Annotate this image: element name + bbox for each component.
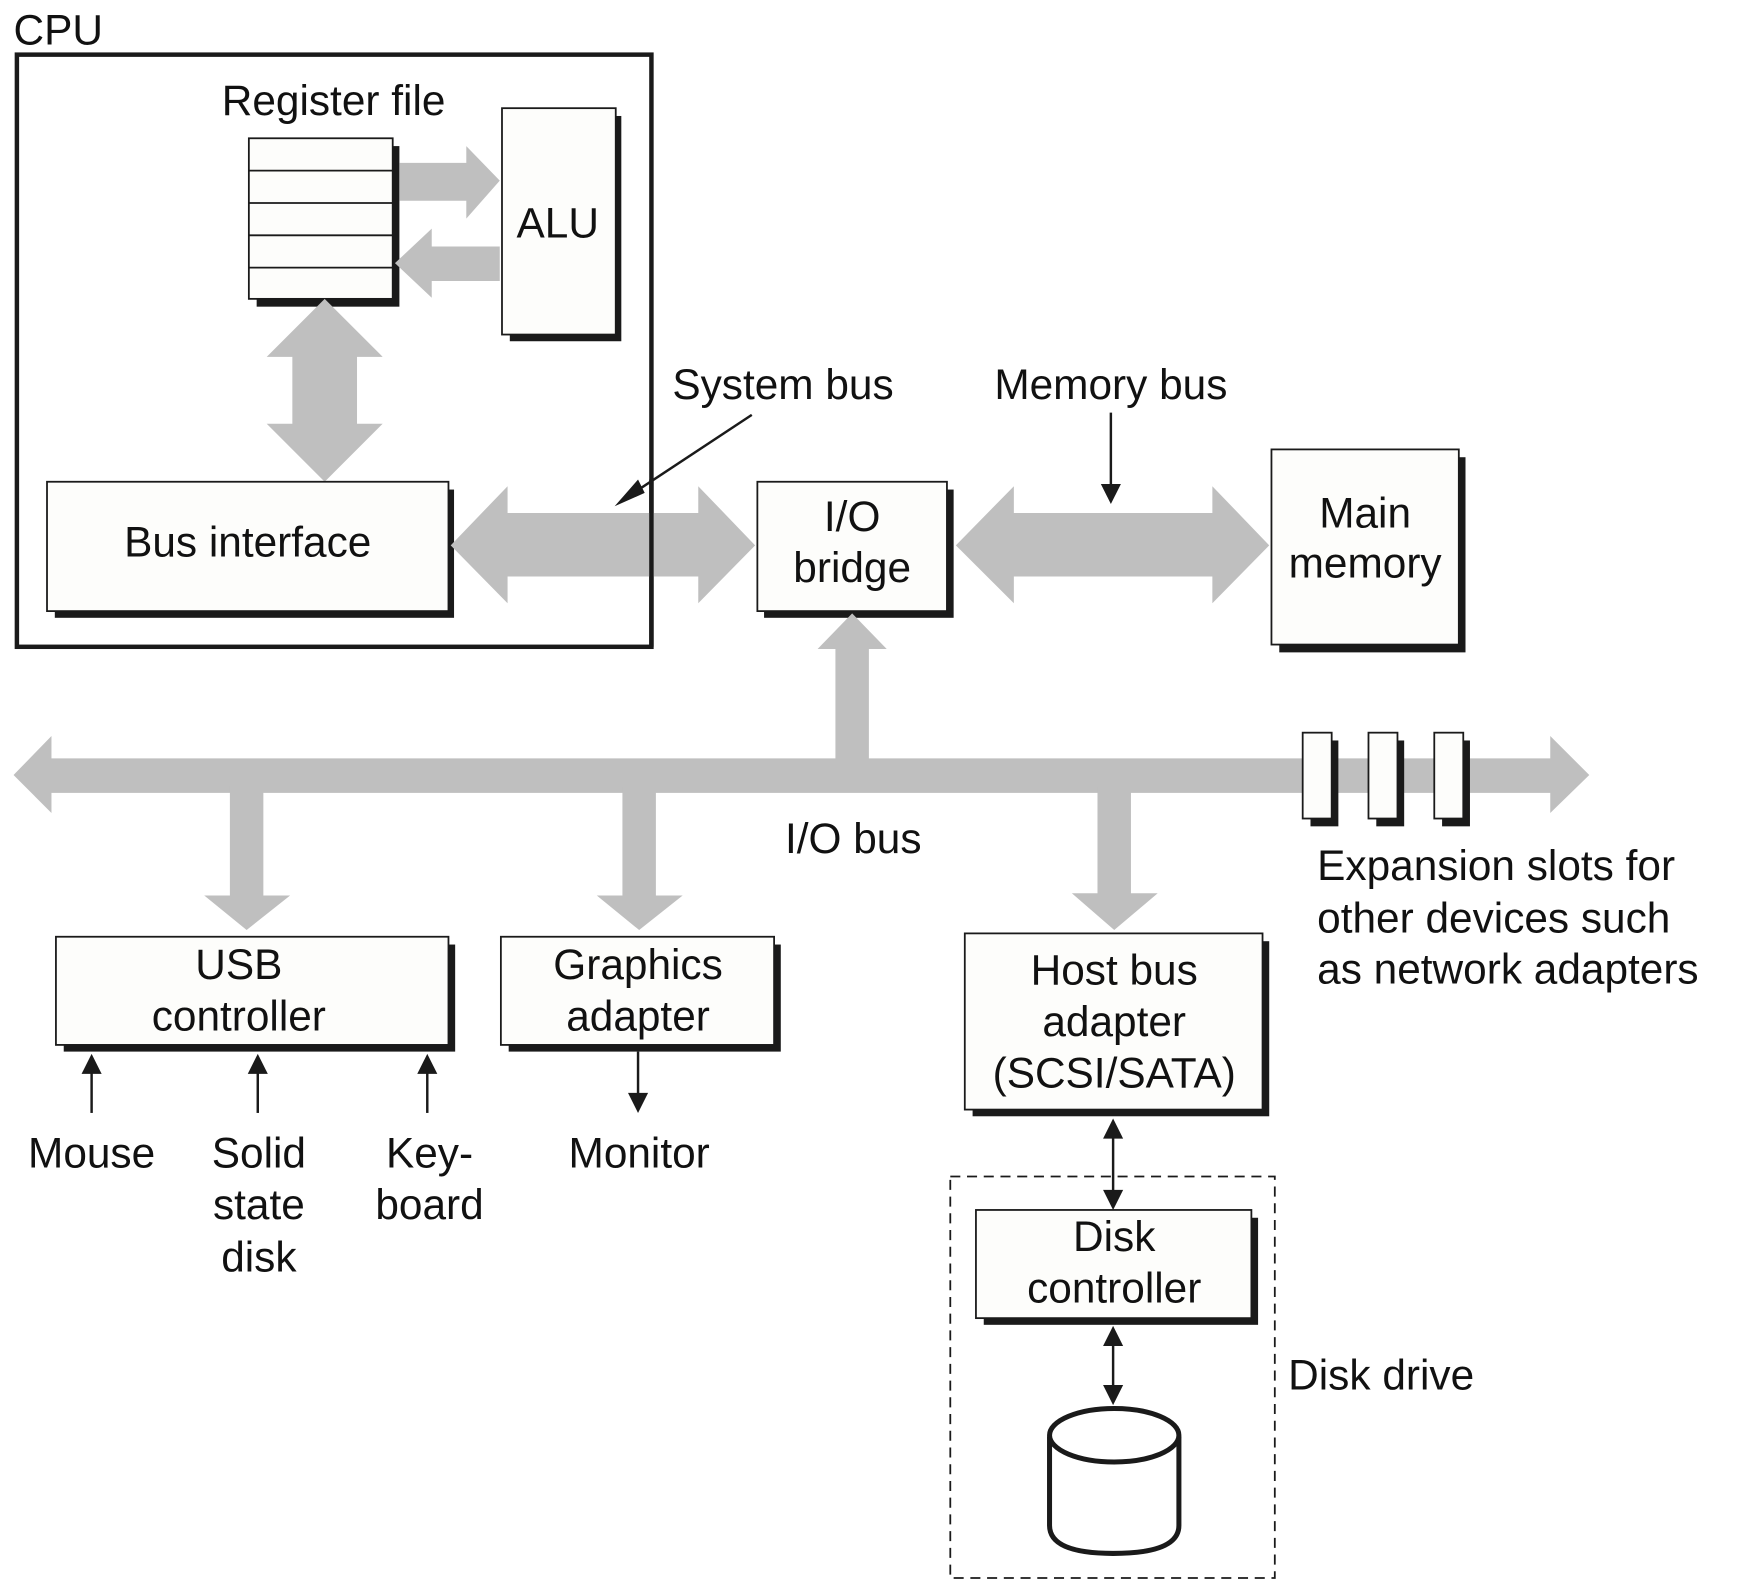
host-bus-adapter-label-line2: adapter xyxy=(1042,998,1186,1045)
host-disk-link-head-down xyxy=(1103,1189,1124,1210)
main-memory-label-line1: Main xyxy=(1319,489,1411,536)
memory-bus-pointer-head xyxy=(1100,483,1121,505)
expansion-slot[interactable] xyxy=(1433,731,1470,827)
cpu-label: CPU xyxy=(14,7,103,54)
io-bus-to-usb-arrow xyxy=(204,786,291,931)
graphics-adapter-label-line2: adapter xyxy=(566,992,710,1039)
ssd-label-line2: state xyxy=(213,1181,305,1228)
system-bus-arrow xyxy=(450,486,756,604)
ssd-label-line1: Solid xyxy=(212,1130,306,1177)
io-bus-label: I/O bus xyxy=(785,815,922,862)
expansion-slots xyxy=(1301,731,1470,827)
controller-disk-link-head-down xyxy=(1103,1385,1124,1406)
disk-controller-label-line2: controller xyxy=(1027,1265,1201,1312)
memory-bus-label: Memory bus xyxy=(994,361,1227,408)
usb-controller-label-line2: controller xyxy=(152,992,326,1039)
usb-controller-label-line1: USB xyxy=(195,941,282,988)
io-bridge-box: I/O bridge xyxy=(756,480,954,618)
host-disk-link-head-up xyxy=(1103,1118,1124,1139)
reg-bus-interface-arrow xyxy=(266,298,383,482)
ssd-label-line3: disk xyxy=(221,1233,297,1280)
expansion-slots-label-line2: other devices such xyxy=(1317,894,1670,941)
host-bus-adapter-label-line1: Host bus xyxy=(1031,947,1198,994)
io-bridge-io-bus-arrow xyxy=(817,613,887,770)
host-bus-adapter-label-line3: (SCSI/SATA) xyxy=(993,1049,1236,1096)
keyboard-label-line1: Key- xyxy=(386,1130,473,1177)
reg-to-alu-arrow xyxy=(399,146,500,219)
controller-disk-link-head-up xyxy=(1103,1325,1124,1347)
register-file-label: Register file xyxy=(222,77,446,124)
graphics-adapter-box: Graphics adapter xyxy=(499,935,781,1052)
system-bus-pointer xyxy=(626,413,753,499)
alu-box: ALU xyxy=(501,107,622,342)
usb-controller-box: USB controller xyxy=(55,935,456,1052)
disk-controller-box: Disk controller xyxy=(975,1209,1259,1325)
register-file xyxy=(247,137,400,307)
keyboard-arrow-head xyxy=(417,1053,438,1074)
expansion-slot[interactable] xyxy=(1367,731,1405,827)
expansion-slots-label-line3: as network adapters xyxy=(1317,946,1698,993)
expansion-slots-label-line1: Expansion slots for xyxy=(1317,842,1675,889)
io-bridge-label-line2: bridge xyxy=(793,544,911,591)
system-bus-pointer-head xyxy=(614,479,645,507)
monitor-arrow-head xyxy=(628,1092,649,1113)
bus-interface-box: Bus interface xyxy=(46,480,455,618)
io-bus-to-graphics-arrow xyxy=(596,786,683,931)
io-bridge-label-line1: I/O xyxy=(824,493,881,540)
disk-drive-label: Disk drive xyxy=(1288,1352,1474,1399)
mouse-label: Mouse xyxy=(28,1130,155,1177)
expansion-slot[interactable] xyxy=(1301,731,1339,827)
monitor-label: Monitor xyxy=(569,1130,710,1177)
system-bus-label: System bus xyxy=(672,361,893,408)
alu-label: ALU xyxy=(517,200,599,247)
keyboard-label-line2: board xyxy=(375,1181,483,1228)
system-diagram: CPU Register file ALU Bus interface Syst… xyxy=(13,7,1699,1579)
io-bus-to-host-adapter-arrow xyxy=(1071,786,1158,931)
ssd-arrow-head xyxy=(247,1053,268,1074)
alu-to-reg-arrow xyxy=(394,228,500,298)
graphics-adapter-label-line1: Graphics xyxy=(553,941,723,988)
main-memory-label-line2: memory xyxy=(1289,540,1443,587)
bus-interface-label: Bus interface xyxy=(124,518,371,565)
memory-bus-arrow xyxy=(955,486,1270,604)
disk-controller-label-line1: Disk xyxy=(1073,1213,1156,1260)
disk-icon xyxy=(1047,1405,1182,1556)
main-memory-box: Main memory xyxy=(1270,448,1466,653)
mouse-arrow-head xyxy=(81,1053,102,1074)
host-bus-adapter-box: Host bus adapter (SCSI/SATA) xyxy=(963,932,1270,1117)
